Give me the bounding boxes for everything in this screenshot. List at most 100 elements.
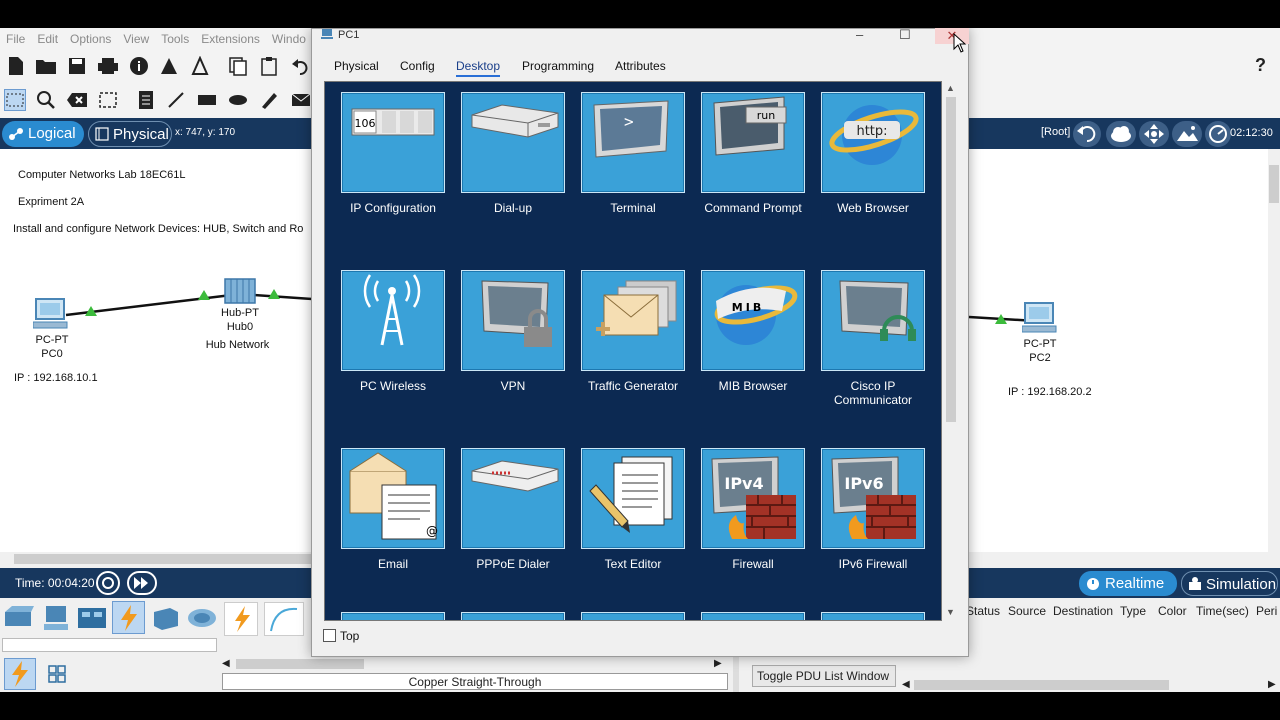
pdu-scroll-thumb[interactable] xyxy=(914,680,1169,690)
pdu-list-scrollbar[interactable]: ◀ ▶ xyxy=(900,678,1280,692)
pc0-computer-icon[interactable] xyxy=(33,297,69,331)
realtime-mode-button[interactable]: Realtime xyxy=(1079,571,1177,596)
undo-icon[interactable] xyxy=(289,55,311,77)
partial-app-icon[interactable] xyxy=(821,612,925,620)
command-prompt-icon[interactable]: run xyxy=(701,92,805,193)
text-editor-icon[interactable] xyxy=(581,448,685,549)
app-partial-5[interactable] xyxy=(821,612,925,620)
tab-attributes[interactable]: Attributes xyxy=(615,57,666,75)
console-cable-icon[interactable] xyxy=(264,602,304,636)
toggle-pdu-list-button[interactable]: Toggle PDU List Window xyxy=(752,665,896,687)
app-web-browser[interactable]: http: Web Browser xyxy=(821,92,925,215)
connections-category-icon[interactable] xyxy=(112,601,145,634)
tab-programming[interactable]: Programming xyxy=(522,57,594,75)
pdu-col-time[interactable]: Time(sec) xyxy=(1196,604,1249,618)
top-checkbox[interactable] xyxy=(323,629,336,642)
paste-icon[interactable] xyxy=(258,55,280,77)
pdu-col-status[interactable]: Status xyxy=(966,604,1000,618)
back-button[interactable] xyxy=(1073,121,1101,147)
components-category-icon[interactable] xyxy=(76,602,108,634)
clock-button[interactable] xyxy=(1205,121,1231,147)
terminal-icon[interactable]: > xyxy=(581,92,685,193)
firewall-icon[interactable]: IPv4 xyxy=(701,448,805,549)
select-tool-icon[interactable] xyxy=(4,89,26,111)
info-icon[interactable] xyxy=(128,55,150,77)
multiuser-category-icon[interactable] xyxy=(186,602,218,634)
new-file-icon[interactable] xyxy=(5,55,27,77)
resize-shape-icon[interactable] xyxy=(97,89,119,111)
app-partial-3[interactable] xyxy=(581,612,685,620)
dialup-modem-icon[interactable] xyxy=(461,92,565,193)
partial-app-icon[interactable] xyxy=(581,612,685,620)
vpn-lock-icon[interactable] xyxy=(461,270,565,371)
delete-icon[interactable] xyxy=(66,89,88,111)
draw-rectangle-icon[interactable] xyxy=(196,89,218,111)
logical-workspace-tab[interactable]: Logical xyxy=(2,121,84,147)
hub0-device-icon[interactable] xyxy=(224,277,256,305)
email-icon[interactable]: @ xyxy=(341,448,445,549)
pdu-col-periodic[interactable]: Peri xyxy=(1256,604,1277,618)
scroll-right-arrow-icon[interactable]: ▶ xyxy=(714,658,722,669)
background-image-button[interactable] xyxy=(1172,121,1202,147)
menu-file[interactable]: File xyxy=(0,28,31,50)
desktop-vertical-scrollbar[interactable]: ▲ ▼ xyxy=(942,81,960,621)
pdu-col-destination[interactable]: Destination xyxy=(1053,604,1113,618)
scroll-up-arrow-icon[interactable]: ▲ xyxy=(946,83,955,93)
physical-workspace-tab[interactable]: Physical xyxy=(88,121,172,147)
network-devices-category-icon[interactable] xyxy=(2,602,34,634)
pppoe-dialer-icon[interactable] xyxy=(461,448,565,549)
tab-physical[interactable]: Physical xyxy=(334,57,379,75)
simulation-mode-button[interactable]: Simulation xyxy=(1181,571,1278,596)
open-folder-icon[interactable] xyxy=(35,55,57,77)
app-command-prompt[interactable]: run Command Prompt xyxy=(701,92,805,215)
app-cisco-ip-communicator[interactable]: Cisco IP Communicator xyxy=(821,270,925,407)
grid-view-icon[interactable] xyxy=(45,662,69,686)
misc-category-icon[interactable] xyxy=(150,602,182,634)
ip-communicator-icon[interactable] xyxy=(821,270,925,371)
hub-network-note[interactable]: Hub Network xyxy=(195,339,280,351)
maximize-button[interactable]: ☐ xyxy=(899,27,911,43)
print-icon[interactable] xyxy=(97,55,119,77)
partial-app-icon[interactable] xyxy=(461,612,565,620)
app-partial-4[interactable] xyxy=(701,612,805,620)
pdu-scroll-right-arrow-icon[interactable]: ▶ xyxy=(1268,679,1276,690)
pc2-ip-note[interactable]: IP : 192.168.20.2 xyxy=(1008,386,1092,398)
menu-options[interactable]: Options xyxy=(64,28,117,50)
app-ip-configuration[interactable]: 106 IP Configuration xyxy=(341,92,445,215)
minimize-button[interactable]: – xyxy=(856,27,863,42)
menu-edit[interactable]: Edit xyxy=(31,28,64,50)
canvas-vertical-scrollbar[interactable] xyxy=(1268,149,1280,552)
menu-view[interactable]: View xyxy=(117,28,155,50)
app-email[interactable]: @ Email xyxy=(341,448,445,571)
help-icon[interactable]: ? xyxy=(1255,55,1266,76)
move-viewport-button[interactable] xyxy=(1139,121,1169,147)
cloud-button[interactable] xyxy=(1106,121,1136,147)
canvas-vscroll-thumb[interactable] xyxy=(1269,165,1279,203)
pdu-col-color[interactable]: Color xyxy=(1158,604,1187,618)
scroll-down-arrow-icon[interactable]: ▼ xyxy=(946,607,955,617)
partial-app-icon[interactable] xyxy=(341,612,445,620)
partial-app-icon[interactable] xyxy=(701,612,805,620)
app-terminal[interactable]: > Terminal xyxy=(581,92,685,215)
add-simple-pdu-icon[interactable] xyxy=(290,89,312,111)
pdu-col-source[interactable]: Source xyxy=(1008,604,1046,618)
app-partial-2[interactable] xyxy=(461,612,565,620)
app-firewall[interactable]: IPv4 Firewall xyxy=(701,448,805,571)
web-browser-icon[interactable]: http: xyxy=(821,92,925,193)
ipv6-firewall-icon[interactable]: IPv6 xyxy=(821,448,925,549)
copy-icon[interactable] xyxy=(227,55,249,77)
power-cycle-button[interactable] xyxy=(96,571,120,595)
draw-line-icon[interactable] xyxy=(165,89,187,111)
pc0-ip-note[interactable]: IP : 192.168.10.1 xyxy=(14,372,98,384)
place-note-icon[interactable] xyxy=(135,89,157,111)
end-devices-category-icon[interactable] xyxy=(40,602,72,634)
device-search-field[interactable] xyxy=(2,638,217,652)
tab-desktop[interactable]: Desktop xyxy=(456,57,501,77)
freeform-pen-icon[interactable] xyxy=(258,89,280,111)
app-ipv6-firewall[interactable]: IPv6 IPv6 Firewall xyxy=(821,448,925,571)
pdu-scroll-left-arrow-icon[interactable]: ◀ xyxy=(902,679,910,690)
connections-subcategory-icon[interactable] xyxy=(4,658,36,690)
app-text-editor[interactable]: Text Editor xyxy=(581,448,685,571)
menu-extensions[interactable]: Extensions xyxy=(195,28,266,50)
desktop-scroll-thumb[interactable] xyxy=(946,97,956,422)
